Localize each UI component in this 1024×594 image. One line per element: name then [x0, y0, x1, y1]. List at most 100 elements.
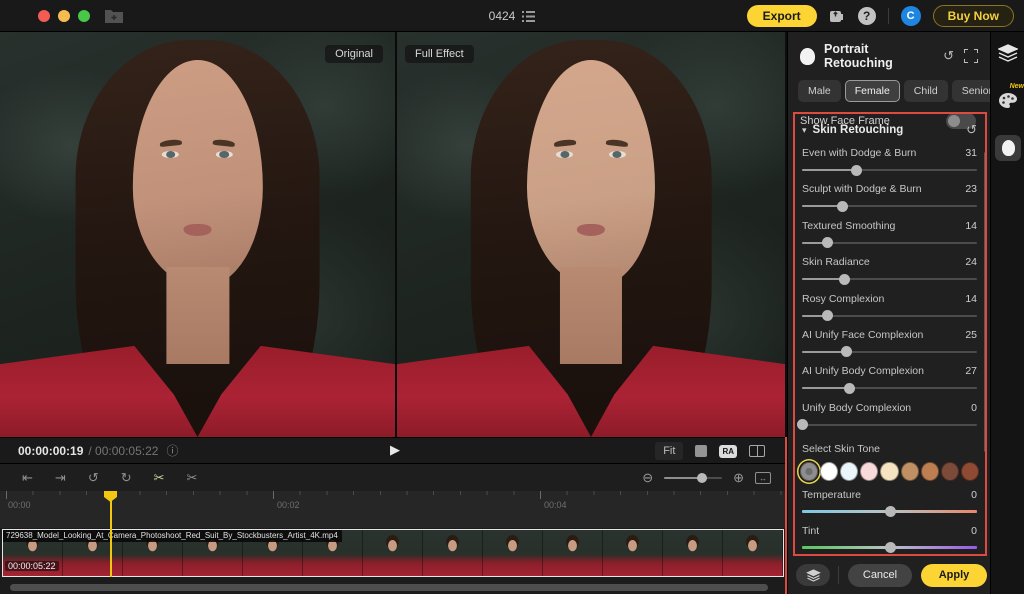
temperature-slider-track[interactable]	[802, 510, 977, 513]
tab-child[interactable]: Child	[904, 80, 948, 102]
slider-thumb[interactable]	[822, 310, 833, 321]
compare-view-icon[interactable]	[749, 445, 765, 457]
skin-tone-swatch[interactable]	[921, 462, 939, 481]
timeline-zoom-thumb[interactable]	[697, 473, 707, 483]
info-icon[interactable]: ⓘ	[166, 442, 178, 459]
cancel-button[interactable]: Cancel	[848, 564, 912, 587]
media-list-icon[interactable]	[522, 11, 535, 22]
clip-filename: 729638_Model_Looking_At_Camera_Photoshoo…	[3, 530, 342, 542]
play-button[interactable]: ▶	[384, 441, 406, 459]
preview-effect-pane: Full Effect	[397, 32, 785, 437]
slider-track[interactable]	[802, 278, 977, 280]
zoom-out-icon[interactable]: ⊖	[642, 470, 653, 486]
preview-quality-icon[interactable]	[695, 445, 707, 457]
section-reset-icon[interactable]: ↺	[966, 122, 977, 138]
select-skin-tone-label: Select Skin Tone	[802, 443, 977, 455]
skin-tone-swatch[interactable]	[961, 462, 979, 481]
skin-tone-swatch[interactable]	[820, 462, 838, 481]
share-icon[interactable]	[829, 8, 846, 24]
portrait-retouching-panel: Portrait Retouching ↺ Male Female Child …	[787, 32, 990, 594]
face-frame-icon[interactable]	[964, 49, 978, 63]
slider-label: Unify Body Complexion	[802, 402, 911, 414]
clip-thumbnail	[423, 530, 483, 576]
slider-thumb[interactable]	[797, 419, 808, 430]
slider-thumb[interactable]	[839, 274, 850, 285]
slider-row: Textured Smoothing 14	[796, 213, 983, 249]
skin-tone-swatch[interactable]	[880, 462, 898, 481]
new-badge: New	[1010, 83, 1024, 90]
fit-timeline-icon[interactable]: ↔	[755, 472, 771, 484]
jump-to-end-icon[interactable]: ⇥	[55, 470, 66, 486]
section-title: Skin Retouching	[813, 124, 957, 136]
skin-tone-swatch[interactable]	[800, 462, 818, 481]
buy-now-button[interactable]: Buy Now	[933, 5, 1014, 27]
export-button[interactable]: Export	[747, 5, 817, 27]
slider-track[interactable]	[802, 205, 977, 207]
slider-row: Skin Radiance 24	[796, 249, 983, 285]
portrait-tool-button[interactable]	[991, 135, 1024, 161]
portrait-tool-icon[interactable]	[995, 135, 1021, 161]
color-palette-tool-icon[interactable]: New	[991, 92, 1024, 109]
slider-label: Sculpt with Dodge & Burn	[802, 183, 922, 195]
slider-track[interactable]	[802, 387, 977, 389]
layers-tool-icon[interactable]	[991, 44, 1024, 62]
undo-icon[interactable]: ↺	[88, 470, 99, 486]
footer-divider	[838, 566, 839, 584]
slider-value: 23	[965, 183, 977, 195]
keyframe-layers-button[interactable]	[796, 564, 830, 586]
clip-thumbnail	[663, 530, 723, 576]
timeline-area: 00:00 00:02 00:04 729638_Model_Looking_A…	[0, 491, 787, 594]
timeline-ruler[interactable]: 00:00 00:02 00:04	[0, 491, 787, 528]
slider-track[interactable]	[802, 169, 977, 171]
timeline-scrollbar[interactable]	[10, 584, 768, 591]
skin-tone-swatch[interactable]	[860, 462, 878, 481]
playhead-line[interactable]	[110, 499, 112, 577]
redo-icon[interactable]: ↻	[121, 470, 132, 486]
zoom-in-icon[interactable]: ⊕	[733, 470, 744, 486]
timeline-toolbar: ⇤ ⇥ ↺ ↻ ✂ ✂ ⊖ ⊕ ↔	[0, 463, 787, 491]
fit-zoom-button[interactable]: Fit	[655, 442, 683, 460]
clip-thumbnail	[603, 530, 663, 576]
collapse-section-icon[interactable]: ▾	[802, 125, 807, 136]
slider-row: AI Unify Face Complexion 25	[796, 322, 983, 358]
slider-track[interactable]	[802, 315, 977, 317]
split-clip-icon[interactable]: ✂	[154, 470, 165, 486]
slider-thumb[interactable]	[851, 165, 862, 176]
slider-label: Textured Smoothing	[802, 220, 895, 232]
skin-tone-swatch[interactable]	[901, 462, 919, 481]
slider-thumb[interactable]	[885, 506, 896, 517]
tab-male[interactable]: Male	[798, 80, 841, 102]
timeline-zoom-slider[interactable]	[664, 477, 722, 479]
panel-reset-icon[interactable]: ↺	[943, 48, 954, 64]
tint-slider-track[interactable]	[802, 546, 977, 549]
panel-scrollbar[interactable]	[984, 152, 987, 452]
slider-thumb[interactable]	[841, 346, 852, 357]
account-avatar[interactable]: C	[901, 6, 921, 26]
slider-row: Sculpt with Dodge & Burn 23	[796, 176, 983, 212]
slider-track[interactable]	[802, 351, 977, 353]
clip-thumbnail	[483, 530, 543, 576]
slider-label: Temperature	[802, 489, 861, 501]
slider-value: 14	[965, 220, 977, 232]
tab-female[interactable]: Female	[845, 80, 900, 102]
jump-to-start-icon[interactable]: ⇤	[22, 470, 33, 486]
slider-track[interactable]	[802, 424, 977, 426]
slider-track[interactable]	[802, 242, 977, 244]
slider-thumb[interactable]	[822, 237, 833, 248]
slider-row: Even with Dodge & Burn 31	[796, 140, 983, 176]
slider-label: Skin Radiance	[802, 256, 870, 268]
slider-thumb[interactable]	[885, 542, 896, 553]
render-area-button[interactable]: RA	[719, 445, 737, 458]
slider-thumb[interactable]	[844, 383, 855, 394]
slider-value: 27	[965, 365, 977, 377]
skin-tone-swatch[interactable]	[941, 462, 959, 481]
slider-value: 31	[965, 147, 977, 159]
slider-thumb[interactable]	[837, 201, 848, 212]
apply-button[interactable]: Apply	[921, 564, 987, 587]
clip-thumbnail	[723, 530, 783, 576]
ruler-label: 00:04	[544, 500, 567, 510]
skin-tone-swatch[interactable]	[840, 462, 858, 481]
help-icon[interactable]: ?	[858, 7, 876, 25]
trim-clip-icon[interactable]: ✂	[187, 470, 198, 486]
total-timecode: / 00:00:05:22	[88, 444, 158, 458]
